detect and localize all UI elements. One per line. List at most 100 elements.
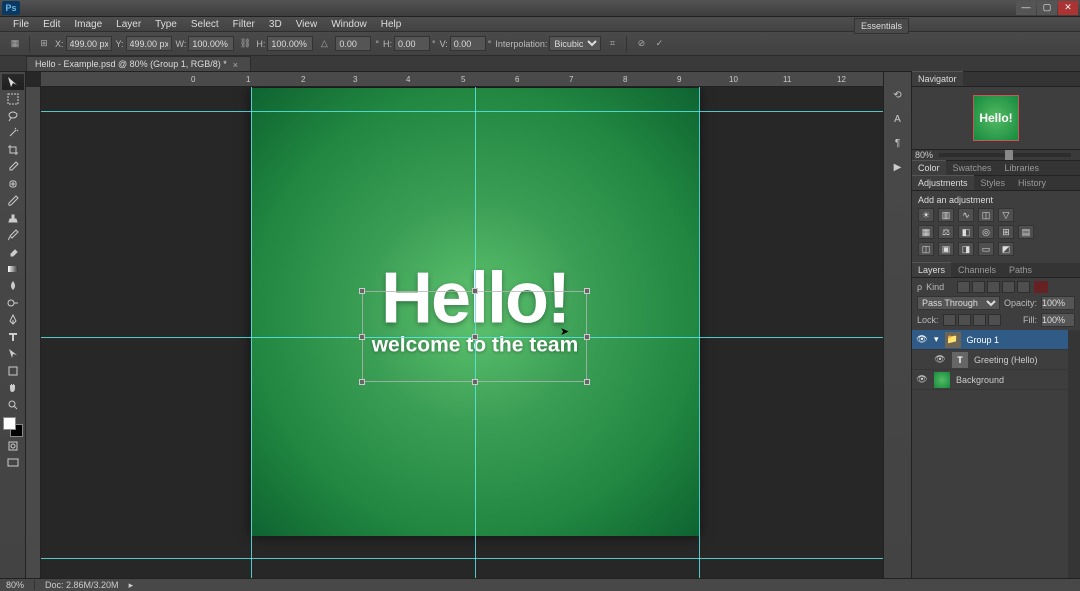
skew-h-input[interactable]	[394, 36, 430, 51]
color-tab[interactable]: Color	[912, 160, 946, 175]
history-brush-tool[interactable]	[2, 227, 24, 243]
commit-transform-icon[interactable]: ✓	[652, 37, 666, 51]
vibrance-icon[interactable]: ▽	[998, 208, 1014, 222]
transform-handle[interactable]	[359, 379, 365, 385]
quick-mask-tool[interactable]	[2, 438, 24, 454]
transform-handle[interactable]	[472, 379, 478, 385]
navigator-thumbnail[interactable]: Hello!	[973, 95, 1019, 141]
marquee-tool[interactable]	[2, 91, 24, 107]
filter-type-icon[interactable]	[987, 281, 1000, 293]
layer-name[interactable]: Group 1	[967, 335, 1000, 345]
layer-background[interactable]: 👁 Background	[912, 370, 1080, 390]
skew-v-input[interactable]	[450, 36, 486, 51]
clone-stamp-tool[interactable]	[2, 210, 24, 226]
hue-icon[interactable]: ▦	[918, 225, 934, 239]
filter-adj-icon[interactable]	[972, 281, 985, 293]
shape-tool[interactable]	[2, 363, 24, 379]
close-tab-icon[interactable]: ×	[233, 60, 242, 69]
poster-icon[interactable]: ▣	[938, 242, 954, 256]
h-input[interactable]	[267, 36, 313, 51]
move-tool[interactable]	[2, 74, 24, 90]
history-tab[interactable]: History	[1012, 176, 1052, 190]
menu-file[interactable]: File	[6, 19, 36, 30]
workspace-switcher[interactable]: Essentials	[854, 18, 909, 34]
lock-trans-icon[interactable]	[943, 314, 956, 326]
swatches-tab[interactable]: Swatches	[947, 161, 998, 175]
zoom-slider[interactable]	[939, 153, 1071, 157]
adjustments-tab[interactable]: Adjustments	[912, 175, 974, 190]
status-arrow-icon[interactable]: ▸	[129, 580, 134, 591]
fill-input[interactable]	[1041, 313, 1075, 327]
gradient-map-icon[interactable]: ▭	[978, 242, 994, 256]
brightness-icon[interactable]: ☀	[918, 208, 934, 222]
menu-3d[interactable]: 3D	[262, 19, 289, 30]
transform-center[interactable]	[472, 334, 478, 340]
paths-tab[interactable]: Paths	[1003, 263, 1038, 277]
photo-filter-icon[interactable]: ◎	[978, 225, 994, 239]
type-tool[interactable]	[2, 329, 24, 345]
screen-mode-tool[interactable]	[2, 455, 24, 471]
menu-filter[interactable]: Filter	[226, 19, 262, 30]
visibility-icon[interactable]: 👁	[916, 334, 928, 346]
color-swatches[interactable]	[3, 417, 23, 437]
reference-point-icon[interactable]: ⊞	[37, 37, 51, 51]
healing-tool[interactable]	[2, 176, 24, 192]
libraries-tab[interactable]: Libraries	[999, 161, 1046, 175]
pen-tool[interactable]	[2, 312, 24, 328]
layer-name[interactable]: Background	[956, 375, 1004, 385]
close-button[interactable]: ✕	[1058, 1, 1078, 15]
lock-all-icon[interactable]	[988, 314, 1001, 326]
maximize-button[interactable]: ▢	[1037, 1, 1057, 15]
ruler-horizontal[interactable]: 0 1 2 3 4 5 6 7 8 9 10 11 12	[41, 72, 883, 87]
invert-icon[interactable]: ◫	[918, 242, 934, 256]
play-icon[interactable]: ▶	[889, 158, 907, 176]
curves-icon[interactable]: ∿	[958, 208, 974, 222]
zoom-readout[interactable]: 80%	[915, 150, 933, 160]
brush-tool[interactable]	[2, 193, 24, 209]
menu-window[interactable]: Window	[324, 19, 374, 30]
threshold-icon[interactable]: ◨	[958, 242, 974, 256]
zoom-tool[interactable]	[2, 397, 24, 413]
group-arrow-icon[interactable]: ▾	[934, 334, 939, 345]
lut-icon[interactable]: ▤	[1018, 225, 1034, 239]
hand-tool[interactable]	[2, 380, 24, 396]
canvas-viewport[interactable]: Hello! welcome to the team	[41, 87, 883, 578]
transform-handle[interactable]	[472, 288, 478, 294]
status-zoom[interactable]: 80%	[6, 580, 24, 590]
levels-icon[interactable]: ▥	[938, 208, 954, 222]
w-input[interactable]	[188, 36, 234, 51]
transform-handle[interactable]	[584, 334, 590, 340]
eraser-tool[interactable]	[2, 244, 24, 260]
visibility-icon[interactable]: 👁	[934, 354, 946, 366]
crop-tool[interactable]	[2, 142, 24, 158]
filter-smart-icon[interactable]	[1017, 281, 1030, 293]
y-input[interactable]	[126, 36, 172, 51]
bw-icon[interactable]: ◧	[958, 225, 974, 239]
ruler-vertical[interactable]	[26, 87, 41, 578]
lock-pixel-icon[interactable]	[958, 314, 971, 326]
fg-color[interactable]	[3, 417, 16, 430]
filter-shape-icon[interactable]	[1002, 281, 1015, 293]
dodge-tool[interactable]	[2, 295, 24, 311]
layers-scrollbar[interactable]	[1068, 330, 1080, 578]
transform-bounds[interactable]	[362, 291, 587, 382]
magic-wand-tool[interactable]	[2, 125, 24, 141]
styles-tab[interactable]: Styles	[975, 176, 1012, 190]
character-icon[interactable]: A	[889, 110, 907, 128]
guide-v[interactable]	[251, 87, 252, 578]
selective-icon[interactable]: ◩	[998, 242, 1014, 256]
eyedropper-tool[interactable]	[2, 159, 24, 175]
interp-select[interactable]: Bicubic	[549, 36, 601, 51]
guide-h[interactable]	[41, 558, 883, 559]
history-icon[interactable]: ⟲	[889, 86, 907, 104]
transform-handle[interactable]	[584, 379, 590, 385]
navigator-body[interactable]: Hello!	[912, 87, 1080, 149]
zoom-slider-knob[interactable]	[1005, 150, 1013, 160]
layers-tab[interactable]: Layers	[912, 262, 951, 277]
menu-help[interactable]: Help	[374, 19, 409, 30]
navigator-tab[interactable]: Navigator	[912, 71, 963, 86]
balance-icon[interactable]: ⚖	[938, 225, 954, 239]
filter-pixel-icon[interactable]	[957, 281, 970, 293]
gradient-tool[interactable]	[2, 261, 24, 277]
guide-h[interactable]	[41, 111, 883, 112]
